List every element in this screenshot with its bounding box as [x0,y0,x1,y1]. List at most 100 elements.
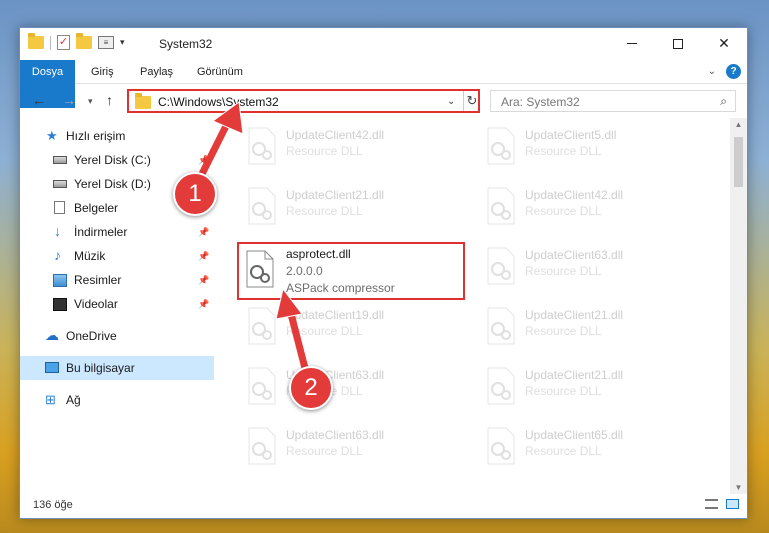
address-history-icon[interactable]: ⌄ [447,96,455,107]
dll-file-icon [248,127,276,165]
dll-file-icon [248,307,276,345]
pin-icon: 📌 [198,298,210,309]
file-name: UpdateClient19.dll [286,308,385,322]
pictures-icon [53,274,67,287]
dll-file-icon [487,187,515,225]
file-name: UpdateClient63.dll [525,248,624,262]
properties-check-icon[interactable]: ✓ [57,35,70,50]
sidebar-item-music[interactable]: ♪ Müzik 📌 [20,244,214,268]
properties-icon[interactable]: ≡ [98,36,114,49]
network-icon: ⊞ [45,392,56,407]
folder-icon [28,33,44,49]
downloads-icon: ↓ [54,223,61,239]
folder-icon [135,93,151,109]
address-path[interactable]: C:\Windows\System32 [158,95,279,109]
search-icon[interactable]: ⌕ [720,94,727,109]
window-title: System32 [159,37,213,51]
file-item[interactable]: UpdateClient21.dll Resource DLL [478,363,708,411]
dll-file-icon [487,127,515,165]
file-item[interactable]: UpdateClient19.dll Resource DLL [239,303,469,351]
file-description: Resource DLL [286,144,363,158]
refresh-icon[interactable]: ↻ [463,91,480,111]
dll-file-icon [487,307,515,345]
this-pc-icon [45,362,59,373]
search-placeholder: Ara: System32 [501,95,580,109]
music-icon: ♪ [54,247,61,263]
dll-file-icon [248,427,276,465]
file-item[interactable]: UpdateClient63.dll Resource DLL [239,363,469,411]
file-name: UpdateClient42.dll [286,128,385,142]
recent-locations-icon[interactable]: ▾ [88,96,93,107]
forward-arrow-icon[interactable]: → [62,92,76,108]
minimize-button[interactable] [609,28,655,59]
file-item[interactable]: UpdateClient21.dll Resource DLL [239,183,469,231]
back-arrow-icon[interactable]: ← [32,92,46,108]
new-folder-icon[interactable] [76,33,92,49]
file-item[interactable]: UpdateClient42.dll Resource DLL [478,183,708,231]
sidebar-item-onedrive[interactable]: ☁ OneDrive [20,324,214,348]
drive-icon [53,156,67,164]
tab-home[interactable]: Giriş [91,60,114,84]
file-name: UpdateClient63.dll [286,428,385,442]
large-icons-view-icon[interactable] [726,499,739,509]
maximize-icon [673,38,683,49]
pin-icon: 📌 [198,226,210,237]
quick-access-toolbar: ✓ ≡ ▾ [28,33,125,50]
file-description: Resource DLL [286,444,363,458]
tab-share[interactable]: Paylaş [140,60,173,84]
scroll-down-icon[interactable]: ▼ [730,481,747,495]
file-item-asprotect[interactable]: asprotect.dll 2.0.0.0 ASPack compressor [237,242,465,300]
sidebar-item-label: Bu bilgisayar [66,361,135,375]
onedrive-icon: ☁ [45,327,59,343]
help-icon[interactable]: ? [726,64,741,79]
file-name: UpdateClient21.dll [525,308,624,322]
file-version: 2.0.0.0 [286,264,323,278]
navigation-bar: ← → ▾ ↑ C:\Windows\System32 ⌄ ↻ Ara: Sys… [20,84,747,118]
dll-file-icon [248,187,276,225]
sidebar-item-videos[interactable]: Videolar 📌 [20,292,214,316]
up-arrow-icon[interactable]: ↑ [106,92,113,108]
file-explorer-window: ✓ ≡ ▾ System32 ✕ Dosya Giriş Paylaş Görü… [19,27,748,519]
file-item[interactable]: UpdateClient65.dll Resource DLL [478,423,708,471]
file-item[interactable]: UpdateClient63.dll Resource DLL [239,423,469,471]
scrollbar-thumb[interactable] [734,137,743,187]
sidebar-item-label: Resimler [74,273,122,287]
minimize-icon [627,43,637,44]
view-switcher [705,499,739,509]
status-bar: 136 öğe [20,494,747,518]
tab-view[interactable]: Görünüm [197,60,243,84]
file-item[interactable]: UpdateClient21.dll Resource DLL [478,303,708,351]
ribbon-right-controls: ⌄ ? [708,64,741,79]
address-bar[interactable]: C:\Windows\System32 ⌄ ↻ [127,89,480,113]
sidebar-item-local-disk-c[interactable]: Yerel Disk (C:) 📌 [20,148,214,172]
file-name: UpdateClient21.dll [525,368,624,382]
callout-badge-1: 1 [173,172,217,216]
file-item[interactable]: UpdateClient63.dll Resource DLL [478,243,708,291]
dll-file-icon [487,427,515,465]
expand-ribbon-icon[interactable]: ⌄ [708,66,716,77]
vertical-scrollbar[interactable]: ▲ ▼ [730,118,747,495]
file-name: UpdateClient42.dll [525,188,624,202]
dll-file-icon [246,250,274,288]
sidebar-item-label: Hızlı erişim [66,129,126,143]
close-icon: ✕ [718,35,730,51]
sidebar-item-network[interactable]: ⊞ Ağ [20,388,214,412]
file-description: Resource DLL [525,264,602,278]
customize-toolbar-caret-icon[interactable]: ▾ [120,37,125,48]
scroll-up-icon[interactable]: ▲ [730,118,747,132]
sidebar-item-pictures[interactable]: Resimler 📌 [20,268,214,292]
sidebar-item-downloads[interactable]: ↓ İndirmeler 📌 [20,220,214,244]
search-input[interactable]: Ara: System32 ⌕ [490,90,736,112]
maximize-button[interactable] [655,28,701,59]
file-item[interactable]: UpdateClient42.dll Resource DLL [239,123,469,171]
dll-file-icon [248,367,276,405]
sidebar-item-label: Videolar [74,297,118,311]
details-view-icon[interactable] [705,499,718,509]
file-description: Resource DLL [525,444,602,458]
file-item[interactable]: UpdateClient5.dll Resource DLL [478,123,708,171]
sidebar-item-quick-access[interactable]: ★ Hızlı erişim [20,124,214,148]
star-icon: ★ [46,128,58,143]
sidebar-item-label: Yerel Disk (D:) [74,177,151,191]
close-button[interactable]: ✕ [701,28,747,59]
sidebar-item-this-pc[interactable]: Bu bilgisayar [20,356,214,380]
